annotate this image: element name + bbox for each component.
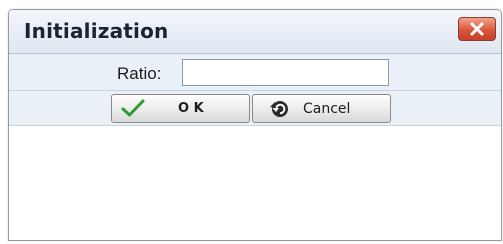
ratio-label: Ratio:	[117, 64, 162, 83]
checkmark-icon	[121, 99, 145, 117]
cancel-button[interactable]: Cancel	[252, 94, 391, 123]
close-button[interactable]	[458, 17, 496, 41]
button-row: O K Cancel	[9, 91, 501, 126]
dialog-content: Ratio: O K Cancel	[9, 54, 501, 240]
dialog-title: Initialization	[24, 19, 169, 43]
initialization-dialog: Initialization Ratio: O K Cancel	[8, 9, 502, 241]
ok-button[interactable]: O K	[111, 94, 250, 123]
ratio-row: Ratio:	[9, 54, 501, 91]
dialog-titlebar[interactable]: Initialization	[9, 10, 501, 54]
undo-icon	[270, 101, 288, 117]
ratio-input[interactable]	[182, 59, 389, 86]
cancel-button-label: Cancel	[303, 101, 351, 117]
close-x-icon	[470, 22, 484, 36]
ok-button-label: O K	[178, 101, 204, 116]
